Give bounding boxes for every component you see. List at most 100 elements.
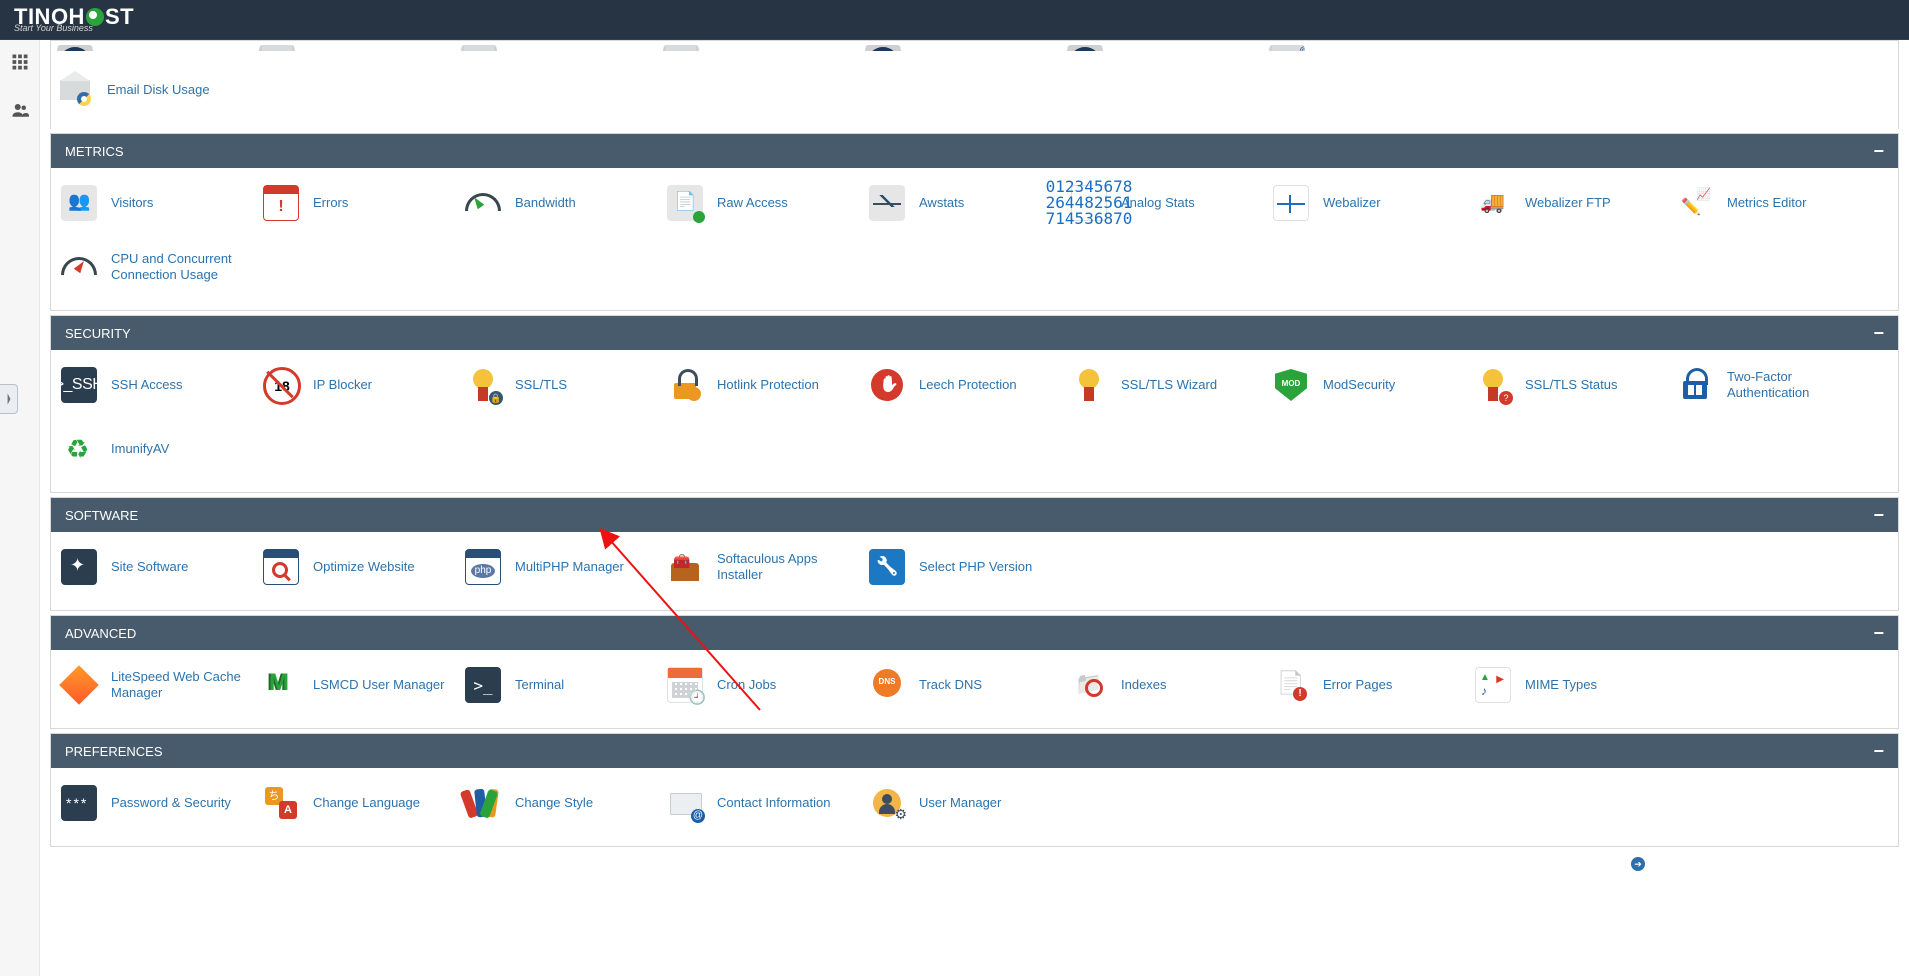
item-ssl-status[interactable]: ?SSL/TLS Status	[1469, 364, 1671, 406]
item-label: MIME Types	[1525, 677, 1607, 693]
collapse-icon[interactable]: −	[1873, 505, 1884, 526]
modsecurity-icon	[1273, 367, 1309, 403]
item-cpu-concurrent[interactable]: CPU and Concurrent Connection Usage	[55, 246, 257, 288]
top-header: TINOHST Start Your Business	[0, 0, 1909, 40]
item-multiphp-manager[interactable]: MultiPHP Manager	[459, 546, 661, 588]
collapse-icon[interactable]: −	[1873, 323, 1884, 344]
item-label: Cron Jobs	[717, 677, 786, 693]
multiphp-icon	[465, 549, 501, 585]
side-drawer-handle[interactable]	[0, 384, 18, 414]
section-advanced: ADVANCED − LiteSpeed Web Cache Manager L…	[50, 615, 1899, 729]
item-two-factor[interactable]: Two-Factor Authentication	[1671, 364, 1873, 406]
item-label: ImunifyAV	[111, 441, 179, 457]
awstats-icon	[869, 185, 905, 221]
item-ssh-access[interactable]: SSH Access	[55, 364, 257, 406]
raw-access-icon	[667, 185, 703, 221]
cropped-icon	[461, 45, 497, 51]
item-site-software[interactable]: Site Software	[55, 546, 257, 588]
item-contact-info[interactable]: Contact Information	[661, 782, 863, 824]
site-software-icon	[61, 549, 97, 585]
hotlink-icon	[667, 367, 703, 403]
item-label: Webalizer FTP	[1525, 195, 1621, 211]
optimize-website-icon	[263, 549, 299, 585]
item-label: SSH Access	[111, 377, 193, 393]
item-softaculous[interactable]: Softaculous Apps Installer	[661, 546, 863, 588]
brand-logo[interactable]: TINOHST Start Your Business	[14, 6, 134, 33]
item-error-pages[interactable]: Error Pages	[1267, 664, 1469, 706]
item-webalizer-ftp[interactable]: Webalizer FTP	[1469, 182, 1671, 224]
section-title: ADVANCED	[65, 626, 136, 641]
item-awstats[interactable]: Awstats	[863, 182, 1065, 224]
item-imunifyav[interactable]: ImunifyAV	[55, 428, 257, 470]
item-litespeed[interactable]: LiteSpeed Web Cache Manager	[55, 664, 257, 706]
password-icon	[61, 785, 97, 821]
sidebar-apps-grid[interactable]	[6, 48, 34, 76]
item-indexes[interactable]: Indexes	[1065, 664, 1267, 706]
item-label: Site Software	[111, 559, 198, 575]
section-header-software[interactable]: SOFTWARE −	[51, 498, 1898, 532]
item-webalizer[interactable]: Webalizer	[1267, 182, 1469, 224]
section-header-metrics[interactable]: METRICS −	[51, 134, 1898, 168]
item-modsecurity[interactable]: ModSecurity	[1267, 364, 1469, 406]
item-metrics-editor[interactable]: Metrics Editor	[1671, 182, 1873, 224]
item-raw-access[interactable]: Raw Access	[661, 182, 863, 224]
item-label: SSL/TLS	[515, 377, 577, 393]
section-software: SOFTWARE − Site Software Optimize Websit…	[50, 497, 1899, 611]
item-label: Contact Information	[717, 795, 840, 811]
item-label: Raw Access	[717, 195, 798, 211]
section-title: SOFTWARE	[65, 508, 138, 523]
item-label: LSMCD User Manager	[313, 677, 455, 693]
email-disk-usage-icon	[57, 72, 93, 108]
select-php-icon	[869, 549, 905, 585]
item-label: SSL/TLS Status	[1525, 377, 1628, 393]
item-errors[interactable]: Errors	[257, 182, 459, 224]
bandwidth-icon	[465, 185, 501, 221]
item-password-security[interactable]: Password & Security	[55, 782, 257, 824]
item-label: Change Language	[313, 795, 430, 811]
item-label: Errors	[313, 195, 358, 211]
item-optimize-website[interactable]: Optimize Website	[257, 546, 459, 588]
item-bandwidth[interactable]: Bandwidth	[459, 182, 661, 224]
item-select-php[interactable]: Select PHP Version	[863, 546, 1065, 588]
section-header-preferences[interactable]: PREFERENCES −	[51, 734, 1898, 768]
item-label: Hotlink Protection	[717, 377, 829, 393]
item-analog-stats[interactable]: 012345678 264482561 714536870Analog Stat…	[1065, 182, 1267, 224]
item-track-dns[interactable]: Track DNS	[863, 664, 1065, 706]
collapse-icon[interactable]: −	[1873, 741, 1884, 762]
item-change-language[interactable]: Change Language	[257, 782, 459, 824]
section-security: SECURITY − SSH Access IP Blocker 🔒SSL/TL…	[50, 315, 1899, 493]
ssh-icon	[61, 367, 97, 403]
item-lsmcd[interactable]: LSMCD User Manager	[257, 664, 459, 706]
indexes-icon	[1071, 667, 1107, 703]
item-label: Optimize Website	[313, 559, 425, 575]
terminal-icon	[465, 667, 501, 703]
item-label: CPU and Concurrent Connection Usage	[111, 251, 257, 282]
section-header-advanced[interactable]: ADVANCED −	[51, 616, 1898, 650]
leech-icon	[869, 367, 905, 403]
visitors-icon	[61, 185, 97, 221]
lsmcd-icon	[263, 667, 299, 703]
ip-blocker-icon	[263, 367, 299, 403]
item-ssl-wizard[interactable]: ➔SSL/TLS Wizard	[1065, 364, 1267, 406]
item-leech[interactable]: Leech Protection	[863, 364, 1065, 406]
collapse-icon[interactable]: −	[1873, 141, 1884, 162]
sidebar-users[interactable]	[6, 96, 34, 124]
item-label: Select PHP Version	[919, 559, 1042, 575]
item-ssl-tls[interactable]: 🔒SSL/TLS	[459, 364, 661, 406]
item-ip-blocker[interactable]: IP Blocker	[257, 364, 459, 406]
item-email-disk-usage[interactable]: Email Disk Usage	[51, 69, 253, 111]
errors-icon	[263, 185, 299, 221]
item-label: Terminal	[515, 677, 574, 693]
section-header-security[interactable]: SECURITY −	[51, 316, 1898, 350]
collapse-icon[interactable]: −	[1873, 623, 1884, 644]
item-label: Visitors	[111, 195, 163, 211]
item-visitors[interactable]: Visitors	[55, 182, 257, 224]
item-mime[interactable]: ▲MIME Types	[1469, 664, 1671, 706]
item-label: User Manager	[919, 795, 1011, 811]
item-label: IP Blocker	[313, 377, 382, 393]
item-change-style[interactable]: Change Style	[459, 782, 661, 824]
item-hotlink[interactable]: Hotlink Protection	[661, 364, 863, 406]
item-terminal[interactable]: Terminal	[459, 664, 661, 706]
item-cron[interactable]: Cron Jobs	[661, 664, 863, 706]
item-user-manager[interactable]: User Manager	[863, 782, 1065, 824]
